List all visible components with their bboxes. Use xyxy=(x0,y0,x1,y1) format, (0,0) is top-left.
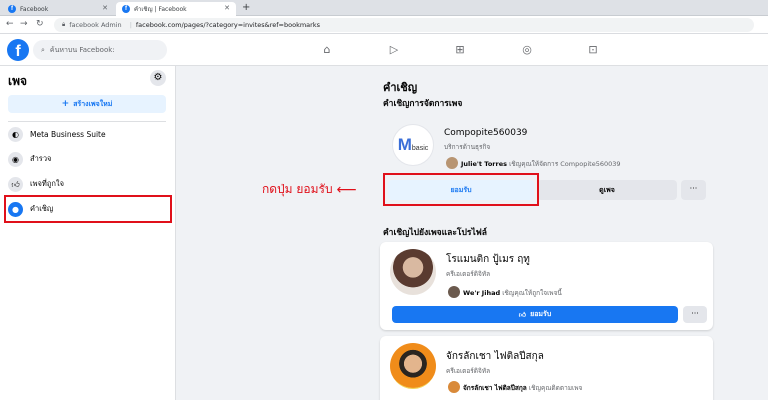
browser-tab-bar: f Facebook ✕ f คำเชิญ | Facebook ✕ + xyxy=(0,0,768,16)
tab-title: Facebook xyxy=(20,5,49,13)
page-category: บริการด้านธุรกิจ xyxy=(444,143,491,151)
inviter-avatar[interactable] xyxy=(448,286,460,298)
profile-category: ครีเอเตอร์ดิจิทัล xyxy=(446,367,491,375)
new-tab-button[interactable]: + xyxy=(242,2,250,13)
arrow-left-icon: ⟵ xyxy=(336,181,357,198)
marketplace-icon[interactable]: ⊞ xyxy=(453,43,467,57)
url-text: facebook.com/pages/?category=invites&ref… xyxy=(135,21,320,29)
sidebar-title: เพจ xyxy=(8,74,28,88)
invite-text: เชิญคุณติดตามเพจ xyxy=(528,384,583,392)
reload-icon[interactable]: ↻ xyxy=(36,19,44,29)
create-page-label: สร้างเพจใหม่ xyxy=(73,99,113,108)
watch-icon[interactable]: ▷ xyxy=(387,43,401,57)
accept-label: ยอมรับ xyxy=(530,310,552,318)
invite-description: We'r Jihad เชิญคุณให้ถูกใจเพจนี้ xyxy=(463,288,562,298)
search-input[interactable]: ⌕ ค้นหาบน Facebook: xyxy=(33,40,167,60)
forward-icon[interactable]: → xyxy=(20,19,28,29)
facebook-logo-icon[interactable]: f xyxy=(7,39,29,61)
like-icon: 👍︎ xyxy=(8,176,23,192)
manage-invites-heading: คำเชิญการจัดการเพจ xyxy=(383,99,463,109)
meta-business-icon: ◐ xyxy=(8,126,23,142)
inviter-name[interactable]: We'r Jihad xyxy=(463,289,500,297)
invite-text: เชิญคุณให้ถูกใจเพจนี้ xyxy=(502,289,562,297)
home-icon[interactable]: ⌂ xyxy=(320,43,334,57)
close-icon[interactable]: ✕ xyxy=(102,4,108,12)
url-separator: | xyxy=(129,21,132,29)
facebook-favicon-icon: f xyxy=(8,5,16,13)
inviter-name[interactable]: จักรลักเชา ไฟติลปีสกุล xyxy=(463,384,527,392)
logo-m: M xyxy=(397,135,412,154)
sidebar-item-label: เพจที่ถูกใจ xyxy=(30,179,64,188)
profile-category: ครีเอเตอร์ดิจิทัล xyxy=(446,270,491,278)
search-icon: ⌕ xyxy=(41,45,45,54)
groups-icon[interactable]: ◎ xyxy=(520,43,534,57)
browser-tab-facebook[interactable]: f Facebook ✕ xyxy=(2,2,114,16)
inviter-name[interactable]: Julie't Torres xyxy=(461,160,507,168)
inviter-avatar[interactable] xyxy=(446,157,458,169)
profile-name[interactable]: โรแมนติก ปู้เมร ฤทู xyxy=(446,252,530,267)
lock-icon: 🔒︎ xyxy=(62,21,66,28)
divider xyxy=(8,121,166,122)
sidebar-item-liked-pages[interactable]: 👍︎ เพจที่ถูกใจ xyxy=(8,173,168,195)
sidebar-item-meta-business-suite[interactable]: ◐ Meta Business Suite xyxy=(8,123,168,145)
logo-text: basic xyxy=(411,144,429,152)
more-options-button[interactable]: ··· xyxy=(683,306,707,323)
sidebar: เพจ ⚙ + สร้างเพจใหม่ ◐ Meta Business Sui… xyxy=(0,66,176,400)
facebook-header: f ⌕ ค้นหาบน Facebook: ⌂ ▷ ⊞ ◎ ⊡ xyxy=(0,34,768,66)
sidebar-item-label: Meta Business Suite xyxy=(30,129,106,139)
sidebar-item-label: สำรวจ xyxy=(30,154,52,163)
view-page-button[interactable]: ดูเพจ xyxy=(537,180,677,200)
sidebar-item-explore[interactable]: ◉ สำรวจ xyxy=(8,148,168,170)
like-invites-heading: คำเชิญไปยังเพจและโปรไฟล์ xyxy=(383,228,487,238)
inviter-avatar[interactable] xyxy=(448,381,460,393)
back-icon[interactable]: ← xyxy=(6,19,14,29)
browser-address-bar: ← → ↻ 🔒︎ facebook Admin | facebook.com/p… xyxy=(0,16,768,34)
gear-icon[interactable]: ⚙ xyxy=(150,70,166,86)
profile-avatar[interactable] xyxy=(390,249,436,295)
facebook-favicon-icon: f xyxy=(122,5,130,13)
like-icon: 👍︎ xyxy=(518,311,527,319)
url-field[interactable]: 🔒︎ facebook Admin | facebook.com/pages/?… xyxy=(54,18,754,32)
annotation-label: กดปุ่ม ยอมรับ ⟵ xyxy=(262,180,357,199)
page-logo[interactable]: M basic xyxy=(392,124,434,166)
annotation-text: กดปุ่ม ยอมรับ xyxy=(262,182,333,196)
tab-title: คำเชิญ | Facebook xyxy=(134,6,187,13)
create-page-button[interactable]: + สร้างเพจใหม่ xyxy=(8,95,166,113)
gaming-icon[interactable]: ⊡ xyxy=(586,43,600,57)
page-title: คำเชิญ xyxy=(383,81,418,94)
accept-highlight-box xyxy=(383,173,539,206)
accept-button[interactable]: 👍︎ ยอมรับ xyxy=(392,306,678,323)
browser-tab-invites[interactable]: f คำเชิญ | Facebook ✕ xyxy=(116,2,236,16)
profile-avatar[interactable] xyxy=(390,343,436,389)
invite-text: เชิญคุณให้จัดการ Compopite560039 xyxy=(509,160,621,168)
invite-description: Julie't Torres เชิญคุณให้จัดการ Compopit… xyxy=(461,159,621,169)
invites-highlight-box xyxy=(4,195,172,223)
site-name: facebook Admin xyxy=(69,21,122,29)
profile-name[interactable]: จักรลักเชา ไฟติลปีสกุล xyxy=(446,349,544,364)
close-icon[interactable]: ✕ xyxy=(224,4,230,12)
compass-icon: ◉ xyxy=(8,151,23,167)
more-options-button[interactable]: ··· xyxy=(681,180,706,200)
plus-icon: + xyxy=(61,99,70,109)
search-placeholder: ค้นหาบน Facebook: xyxy=(49,45,115,54)
page-name[interactable]: Compopite560039 xyxy=(444,128,527,138)
invite-description: จักรลักเชา ไฟติลปีสกุล เชิญคุณติดตามเพจ xyxy=(463,383,582,393)
